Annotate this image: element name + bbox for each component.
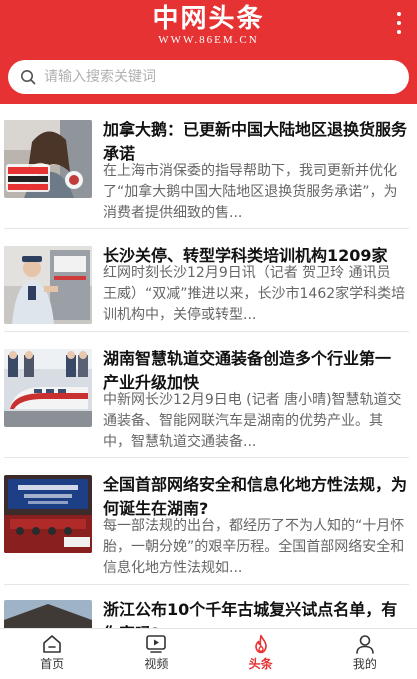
news-item[interactable]: 全国首部网络安全和信息化地方性法规，为何诞生在湖南? 每一部法规的出台，都经历了… [0, 459, 417, 579]
news-item[interactable]: 长沙关停、转型学科类培训机构1209家 红网时刻长沙12月9日讯（记者 贺卫玲 … [0, 230, 417, 350]
tab-label: 首页 [40, 657, 65, 671]
tab-home[interactable]: 首页 [0, 629, 104, 679]
news-list: 加拿大鹅：已更新中国大陆地区退换货服务承诺 在上海市消保委的指导帮助下，我司更新… [0, 104, 417, 628]
search-input[interactable] [44, 69, 374, 85]
search-bar[interactable] [8, 60, 409, 94]
news-summary: 在上海市消保委的指导帮助下，我司更新并优化了“加拿大鹅中国大陆地区退换货服务承诺… [103, 163, 398, 221]
tab-label: 我的 [352, 657, 377, 671]
news-thumbnail [4, 475, 92, 553]
app-header: 中网头条 WWW.86EM.CN [0, 0, 417, 104]
news-summary: 红网时刻长沙12月9日讯（记者 贺卫玲 通讯员 王威）“双减”推进以来，长沙市1… [103, 265, 406, 323]
logo-title: 中网头条 [152, 4, 265, 34]
divider [4, 228, 409, 229]
app-logo: 中网头条 WWW.86EM.CN [0, 4, 417, 46]
news-title[interactable]: 加拿大鹅：已更新中国大陆地区退换货服务承诺 [103, 118, 409, 166]
bottom-tab-bar: 首页 视频 头条 我的 [0, 628, 417, 679]
news-title[interactable]: 浙江公布10个千年古城复兴试点名单，有你家吗? [103, 598, 409, 628]
divider [4, 457, 409, 458]
news-thumbnail [4, 600, 92, 628]
news-item[interactable]: 湖南智慧轨道交通装备创造多个行业第一 产业升级加快 中新网长沙12月9日电 (记… [0, 333, 417, 453]
news-title[interactable]: 湖南智慧轨道交通装备创造多个行业第一 产业升级加快 [103, 347, 409, 395]
news-thumbnail [4, 246, 92, 324]
more-vertical-icon[interactable] [393, 12, 405, 34]
user-icon [356, 635, 374, 654]
news-thumbnail [4, 120, 92, 198]
news-title[interactable]: 全国首部网络安全和信息化地方性法规，为何诞生在湖南? [103, 473, 409, 521]
news-thumbnail [4, 349, 92, 427]
tab-label: 头条 [248, 657, 273, 671]
tab-label: 视频 [144, 657, 169, 671]
news-item[interactable]: 加拿大鹅：已更新中国大陆地区退换货服务承诺 在上海市消保委的指导帮助下，我司更新… [0, 104, 417, 224]
tab-headlines[interactable]: 头条 [209, 629, 313, 679]
news-summary: 中新网长沙12月9日电 (记者 唐小晴)智慧轨道交通装备、智能网联汽车是湖南的优… [103, 392, 402, 450]
divider [4, 331, 409, 332]
home-icon [43, 635, 61, 653]
tab-profile[interactable]: 我的 [313, 629, 417, 679]
divider [4, 584, 409, 585]
news-item[interactable]: 浙江公布10个千年古城复兴试点名单，有你家吗? [0, 586, 417, 628]
news-summary: 每一部法规的出台，都经历了不为人知的“十月怀胎，一朝分娩”的艰辛历程。全国首部网… [103, 518, 405, 576]
search-icon [21, 70, 36, 85]
logo-url: WWW.86EM.CN [158, 34, 259, 46]
video-icon [146, 635, 167, 653]
flame-icon [254, 634, 267, 654]
tab-video[interactable]: 视频 [104, 629, 208, 679]
